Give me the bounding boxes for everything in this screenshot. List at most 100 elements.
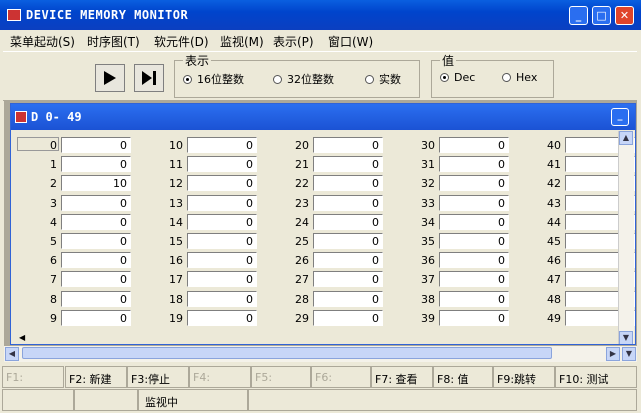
device-value-field[interactable]: 0 [313,309,383,326]
maximize-button[interactable]: □ [592,6,611,25]
radio-selected-icon [440,73,449,82]
device-address-label: 23 [295,196,309,210]
device-value-field[interactable]: 0 [313,252,383,269]
radio-real[interactable]: 实数 [365,71,401,87]
mdi-area: D 0- 49 _ 0 0 1 0 2 10 3 0 4 0 5 0 6 0 7 0 8 0 9 0 10 0 11 0 12 0… [4,100,637,362]
device-value-field[interactable]: 0 [187,290,257,307]
device-address-label: 21 [295,158,309,172]
device-value-field[interactable]: 0 [439,252,509,269]
play-button[interactable] [95,64,125,92]
device-value-field[interactable]: 0 [439,156,509,173]
device-value-field[interactable]: 0 [187,309,257,326]
device-value-field[interactable]: 0 [313,290,383,307]
status-pane-2 [74,389,138,411]
close-button[interactable]: ✕ [615,6,634,25]
f6-key[interactable]: F6: [311,366,371,388]
f9-key[interactable]: F9:跳转 [493,366,555,388]
radio-hex[interactable]: Hex [502,71,537,84]
f8-key[interactable]: F8: 值 [433,366,493,388]
device-value-field[interactable]: 10 [61,175,131,192]
device-value-field[interactable]: 0 [187,156,257,173]
f7-key[interactable]: F7: 查看 [371,366,433,388]
menu-monitor[interactable]: 监视(M) [220,33,264,50]
device-window-titlebar: D 0- 49 _ [11,104,635,130]
f2-key[interactable]: F2: 新建 [65,366,127,388]
device-address-label: 47 [547,273,561,287]
scroll-up-icon[interactable]: ▲ [619,131,633,145]
device-address-label: 35 [421,235,435,248]
device-address-label: 37 [421,273,435,287]
menu-timing-chart[interactable]: 时序图(T) [87,33,140,50]
device-value-field[interactable]: 0 [313,194,383,211]
device-value-field[interactable]: 0 [187,175,257,192]
minimize-button[interactable]: _ [569,6,588,25]
device-value-field[interactable]: 0 [61,156,131,173]
horizontal-scrollbar[interactable]: ◀ ▶ ▼ [4,346,637,362]
device-value-field[interactable]: 0 [439,213,509,230]
device-address-label: 22 [295,177,309,191]
device-window-icon[interactable] [15,111,27,123]
device-value-field[interactable]: 0 [187,137,257,153]
device-value-field[interactable]: 0 [439,233,509,249]
app-icon[interactable] [7,9,21,21]
device-value-field[interactable]: 0 [313,271,383,288]
device-value-field[interactable]: 0 [61,137,131,153]
vertical-scrollbar[interactable]: ▲ ▼ [618,131,634,344]
device-value-field[interactable]: 0 [61,252,131,269]
step-button[interactable] [134,64,164,92]
menu-device[interactable]: 软元件(D) [154,33,209,50]
device-address-label: 46 [547,254,561,268]
device-value-field[interactable]: 0 [439,309,509,326]
device-window: D 0- 49 _ 0 0 1 0 2 10 3 0 4 0 5 0 6 0 7 0 8 0 9 0 10 0 11 0 12 0… [10,103,636,345]
device-address-label: 24 [295,215,309,229]
device-value-field[interactable]: 0 [439,194,509,211]
device-address-label: 4 [50,215,57,229]
device-address-label: 16 [169,254,183,268]
device-value-field[interactable]: 0 [61,309,131,326]
device-address-label: 36 [421,254,435,268]
scroll-left-icon[interactable]: ◀ [5,347,19,361]
left-arrow-icon[interactable]: ◀ [19,333,25,342]
menu-display[interactable]: 表示(P) [273,33,314,50]
scroll-down-icon[interactable]: ▼ [619,331,633,344]
device-value-field[interactable]: 0 [187,194,257,211]
device-value-field[interactable]: 0 [61,213,131,230]
f10-key[interactable]: F10: 测试 [555,366,637,388]
device-value-field[interactable]: 0 [439,290,509,307]
device-value-field[interactable]: 0 [313,213,383,230]
device-window-minimize-button[interactable]: _ [611,108,629,126]
scroll-right-icon[interactable]: ▶ [606,347,620,361]
device-value-field[interactable]: 0 [439,137,509,153]
device-value-field[interactable]: 0 [187,271,257,288]
device-address-label: 31 [421,158,435,172]
f3-key[interactable]: F3:停止 [127,366,189,388]
menu-window[interactable]: 窗口(W) [328,33,373,50]
device-address-label: 14 [169,215,183,229]
radio-dec[interactable]: Dec [440,71,475,84]
device-value-field[interactable]: 0 [61,290,131,307]
device-value-field[interactable]: 0 [61,194,131,211]
device-address-label: 12 [169,177,183,191]
menu-start[interactable]: 菜单起动(S) [10,33,75,50]
device-value-field[interactable]: 0 [61,271,131,288]
radio-32bit[interactable]: 32位整数 [273,71,334,87]
device-value-field[interactable]: 0 [61,233,131,249]
f4-key[interactable]: F4: [189,366,251,388]
scroll-thumb[interactable] [22,347,552,359]
device-value-field[interactable]: 0 [313,233,383,249]
device-value-field[interactable]: 0 [187,213,257,230]
device-value-field[interactable]: 0 [439,271,509,288]
device-value-field[interactable]: 0 [313,156,383,173]
f1-key[interactable]: F1: [2,366,64,388]
window-title: DEVICE MEMORY MONITOR [26,8,189,22]
device-value-field[interactable]: 0 [187,252,257,269]
radio-16bit[interactable]: 16位整数 [183,71,244,87]
device-value-field[interactable]: 0 [313,175,383,192]
device-value-field[interactable]: 0 [439,175,509,192]
title-bar: DEVICE MEMORY MONITOR _ □ ✕ [0,0,641,30]
f5-key[interactable]: F5: [251,366,311,388]
play-icon [104,71,116,85]
scroll-right-end-icon[interactable]: ▼ [622,347,636,361]
device-value-field[interactable]: 0 [313,137,383,153]
device-value-field[interactable]: 0 [187,233,257,249]
